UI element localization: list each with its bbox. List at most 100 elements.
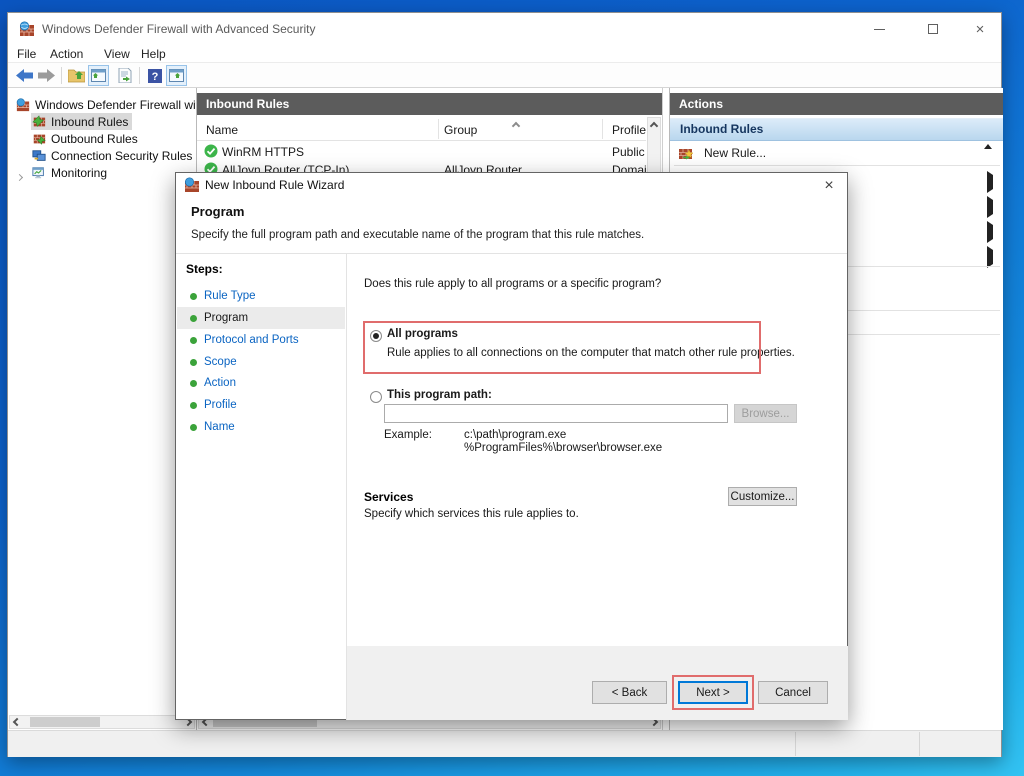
outbound-rules-icon bbox=[33, 134, 46, 145]
steps-label: Steps: bbox=[186, 262, 223, 276]
wizard-question: Does this rule apply to all programs or … bbox=[364, 278, 662, 290]
column-profile[interactable]: Profile bbox=[612, 123, 646, 137]
menu-help[interactable]: Help bbox=[141, 46, 166, 62]
title-bar[interactable]: Windows Defender Firewall with Advanced … bbox=[8, 13, 1001, 45]
action-pane-toggle-button[interactable] bbox=[166, 65, 187, 86]
close-button[interactable]: × bbox=[957, 13, 1003, 45]
tree-horizontal-scrollbar[interactable] bbox=[9, 715, 195, 729]
sort-ascending-icon bbox=[511, 121, 521, 131]
scrollbar-thumb[interactable] bbox=[30, 717, 100, 727]
rule-profile: Public bbox=[612, 145, 645, 159]
console-tree-toggle-button[interactable] bbox=[88, 65, 109, 86]
console-window-icon bbox=[91, 69, 106, 82]
all-programs-description: Rule applies to all connections on the c… bbox=[387, 347, 795, 359]
step-action[interactable]: Action bbox=[177, 372, 345, 394]
export-list-icon bbox=[118, 68, 131, 83]
tree-item-inbound-rules[interactable]: Inbound Rules bbox=[8, 113, 196, 130]
step-program[interactable]: Program bbox=[177, 307, 345, 329]
new-rule-icon bbox=[679, 148, 694, 159]
step-name[interactable]: Name bbox=[177, 416, 345, 438]
rule-row[interactable]: WinRM HTTPS Public bbox=[197, 143, 646, 161]
action-new-rule[interactable]: New Rule... bbox=[670, 141, 1003, 165]
tree-item-outbound-rules[interactable]: Outbound Rules bbox=[8, 130, 196, 147]
step-bullet-icon bbox=[190, 358, 197, 366]
column-group[interactable]: Group bbox=[444, 123, 477, 137]
expander-chevron-icon[interactable] bbox=[15, 169, 24, 183]
example-path-1: c:\path\program.exe bbox=[464, 429, 567, 441]
back-button[interactable]: < Back bbox=[592, 681, 667, 704]
step-protocol-and-ports[interactable]: Protocol and Ports bbox=[177, 329, 345, 351]
firewall-app-icon bbox=[19, 21, 34, 36]
all-programs-label: All programs bbox=[387, 328, 458, 340]
wizard-page-heading: Program bbox=[191, 204, 245, 219]
all-programs-radio[interactable] bbox=[370, 330, 382, 342]
services-heading: Services bbox=[364, 490, 414, 504]
step-scope[interactable]: Scope bbox=[177, 351, 345, 373]
column-header-row: Name Group Profile bbox=[197, 117, 646, 141]
folder-up-icon bbox=[68, 69, 85, 83]
back-arrow-icon bbox=[16, 69, 33, 82]
menu-bar: File Action View Help bbox=[8, 45, 1001, 63]
status-bar-divider bbox=[795, 732, 796, 756]
actions-section-header[interactable]: Inbound Rules bbox=[670, 118, 1003, 149]
services-description: Specify which services this rule applies… bbox=[364, 508, 579, 520]
program-path-label: This program path: bbox=[387, 389, 492, 401]
step-rule-type[interactable]: Rule Type bbox=[177, 285, 345, 307]
browse-button[interactable]: Browse... bbox=[734, 404, 797, 423]
toolbar-separator bbox=[139, 67, 140, 84]
step-bullet-icon bbox=[190, 292, 197, 300]
step-bullet-icon bbox=[190, 401, 197, 409]
monitoring-icon bbox=[32, 166, 44, 178]
dialog-close-icon[interactable]: × bbox=[814, 175, 844, 196]
help-icon: ? bbox=[147, 68, 162, 83]
step-profile[interactable]: Profile bbox=[177, 394, 345, 416]
export-list-button[interactable] bbox=[115, 65, 136, 86]
menu-action[interactable]: Action bbox=[50, 46, 83, 62]
menu-file[interactable]: File bbox=[17, 46, 36, 62]
tree-root-firewall[interactable]: Windows Defender Firewall with Advanced … bbox=[8, 96, 196, 113]
console-tree-panel: Windows Defender Firewall with Advanced … bbox=[8, 88, 197, 730]
toolbar-separator bbox=[61, 67, 62, 84]
scroll-left-icon[interactable] bbox=[10, 716, 24, 728]
svg-text:?: ? bbox=[151, 71, 158, 83]
connection-security-icon bbox=[32, 149, 46, 161]
inbound-rules-icon bbox=[32, 114, 46, 127]
back-button[interactable] bbox=[14, 65, 35, 86]
column-name[interactable]: Name bbox=[206, 123, 238, 137]
submenu-arrow-icon bbox=[987, 221, 993, 243]
desktop-background: Windows Defender Firewall with Advanced … bbox=[0, 0, 1024, 776]
wizard-page-subheading: Specify the full program path and execut… bbox=[191, 229, 645, 241]
forward-button[interactable] bbox=[36, 65, 57, 86]
help-button[interactable]: ? bbox=[144, 65, 165, 86]
submenu-arrow-icon bbox=[987, 196, 993, 218]
panel-title: Inbound Rules bbox=[197, 93, 662, 115]
tree-item-connection-security-rules[interactable]: Connection Security Rules bbox=[8, 147, 196, 164]
actions-title: Actions bbox=[670, 93, 1003, 115]
column-divider[interactable] bbox=[602, 119, 603, 139]
step-bullet-icon bbox=[190, 314, 197, 322]
step-bullet-icon bbox=[190, 336, 197, 344]
column-divider[interactable] bbox=[438, 119, 439, 139]
next-button[interactable]: Next > bbox=[678, 681, 748, 704]
tree-item-monitoring[interactable]: Monitoring bbox=[8, 164, 196, 183]
menu-view[interactable]: View bbox=[104, 46, 130, 62]
customize-button[interactable]: Customize... bbox=[728, 487, 797, 506]
new-inbound-rule-wizard-dialog: New Inbound Rule Wizard × Program Specif… bbox=[175, 172, 848, 720]
forward-arrow-icon bbox=[38, 69, 55, 82]
program-path-radio[interactable] bbox=[370, 391, 382, 403]
enabled-check-icon bbox=[204, 144, 218, 158]
program-path-input[interactable] bbox=[384, 404, 728, 423]
scroll-up-icon[interactable] bbox=[648, 119, 660, 133]
minimize-button[interactable] bbox=[856, 13, 902, 45]
status-bar bbox=[8, 730, 1001, 757]
dialog-title-bar[interactable]: New Inbound Rule Wizard × bbox=[176, 173, 847, 198]
window-title: Windows Defender Firewall with Advanced … bbox=[42, 22, 316, 36]
header-divider bbox=[176, 253, 847, 254]
show-hide-tree-button[interactable] bbox=[66, 65, 87, 86]
dialog-title: New Inbound Rule Wizard bbox=[205, 178, 345, 192]
cancel-button[interactable]: Cancel bbox=[758, 681, 828, 704]
submenu-arrow-icon bbox=[987, 171, 993, 193]
submenu-arrow-icon bbox=[987, 246, 993, 268]
maximize-button[interactable] bbox=[910, 13, 956, 45]
step-bullet-icon bbox=[190, 379, 197, 387]
